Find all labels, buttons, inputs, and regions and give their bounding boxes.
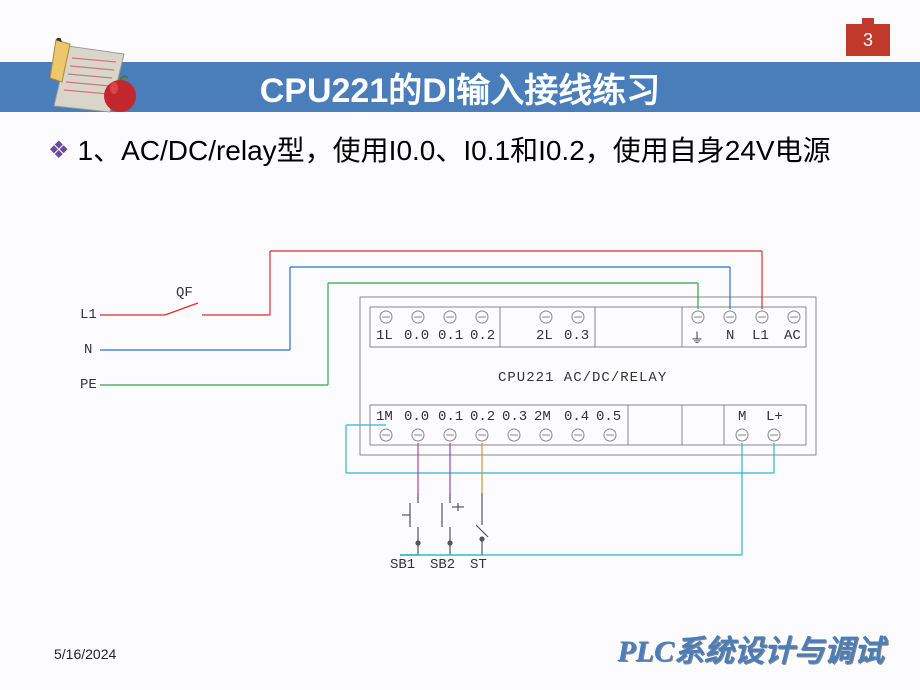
label-l1: L1 <box>80 307 97 323</box>
tt-2: 0.1 <box>438 328 463 344</box>
bt-3: 0.2 <box>470 409 495 425</box>
bullet-diamond-icon: ❖ <box>48 137 70 164</box>
tt-0: 1L <box>376 328 393 344</box>
page-number: 3 <box>863 30 873 51</box>
bt-11: M <box>738 409 746 425</box>
bt-6: 0.4 <box>564 409 589 425</box>
bt-1: 0.0 <box>404 409 429 425</box>
tt-6: 0.3 <box>564 328 589 344</box>
tt-9: ⏚ <box>690 328 704 348</box>
bt-5: 2M <box>534 409 551 425</box>
bt-7: 0.5 <box>596 409 621 425</box>
tt-1: 0.0 <box>404 328 429 344</box>
label-n: N <box>84 342 92 358</box>
bt-4: 0.3 <box>502 409 527 425</box>
notebook-icon <box>50 38 160 118</box>
wiring-diagram: L1 N PE QF CPU221 AC/DC/RELAY 1L 0.0 0.1… <box>70 225 830 570</box>
bullet-point: ❖ 1、AC/DC/relay型，使用I0.0、I0.1和I0.2，使用自身24V… <box>48 132 868 170</box>
label-qf: QF <box>176 285 193 301</box>
bullet-text: 1、AC/DC/relay型，使用I0.0、I0.1和I0.2，使用自身24V电… <box>78 135 831 166</box>
tt-3: 0.2 <box>470 328 495 344</box>
dev-sb2: SB2 <box>430 557 455 573</box>
bt-12: L+ <box>766 409 783 425</box>
footer-brand: PLC系统设计与调试 <box>617 626 884 670</box>
footer-date: 5/16/2024 <box>54 646 116 662</box>
page-number-badge: 3 <box>846 24 890 56</box>
label-module: CPU221 AC/DC/RELAY <box>498 370 667 386</box>
label-pe: PE <box>80 377 97 393</box>
tt-10: N <box>726 328 734 344</box>
tt-5: 2L <box>536 328 553 344</box>
dev-sb1: SB1 <box>390 557 415 573</box>
bt-0: 1M <box>376 409 393 425</box>
slide-title: CPU221的DI输入接线练习 <box>260 63 661 112</box>
tt-12: AC <box>784 328 801 344</box>
tt-11: L1 <box>752 328 769 344</box>
bt-2: 0.1 <box>438 409 463 425</box>
dev-st: ST <box>470 557 487 573</box>
